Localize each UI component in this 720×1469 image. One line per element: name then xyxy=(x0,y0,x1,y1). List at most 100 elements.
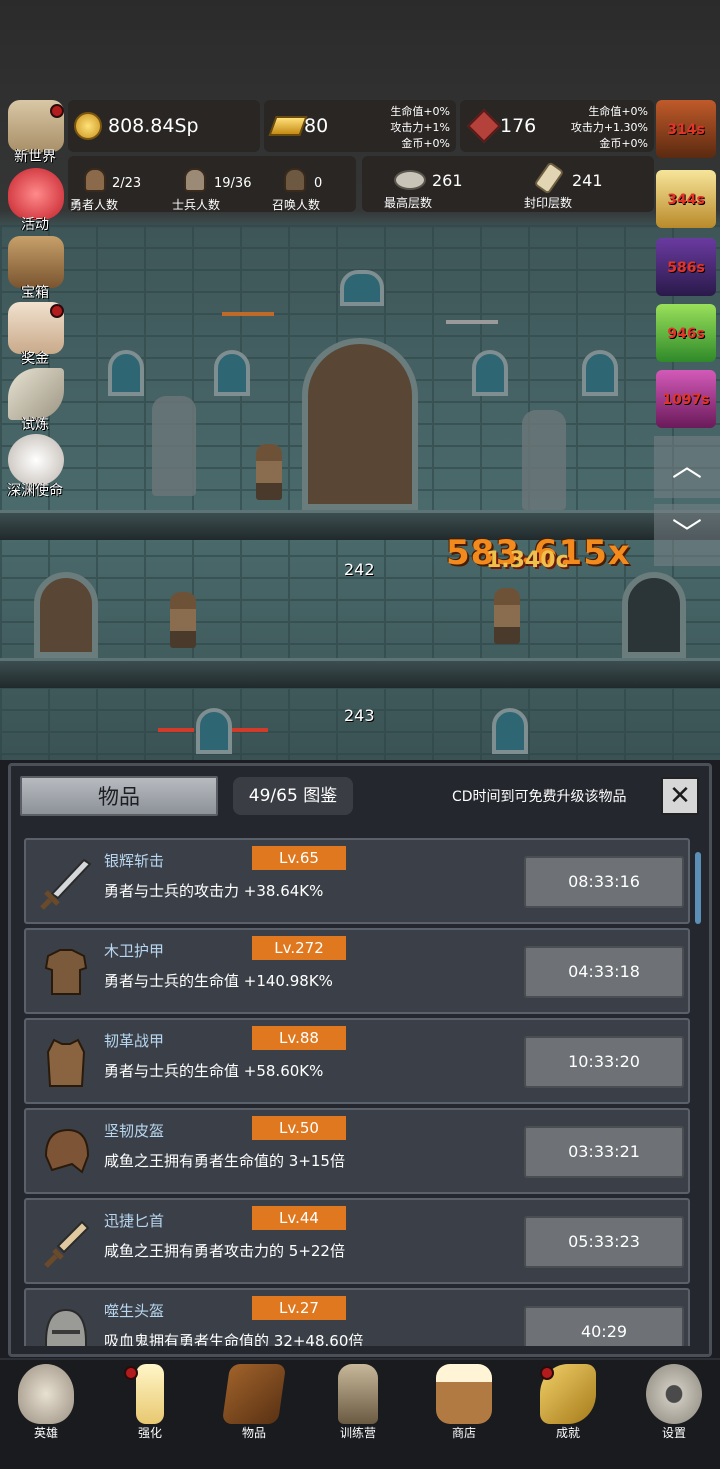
side-trial[interactable]: 试炼 xyxy=(2,368,68,434)
side-chest[interactable]: 宝箱 xyxy=(2,236,68,302)
nav-label: 物品 xyxy=(241,1426,266,1440)
side-new-world[interactable]: 新世界 xyxy=(2,100,68,166)
seal-scroll-icon xyxy=(533,161,565,195)
dagger-icon xyxy=(36,1212,96,1272)
notification-dot xyxy=(50,104,64,118)
leather-helmet-icon xyxy=(36,1122,96,1182)
buff-timer: 314s xyxy=(667,122,705,138)
item-name: 坚韧皮盔 xyxy=(104,1122,165,1140)
upgrade-timer-button[interactable]: 10:33:20 xyxy=(524,1036,684,1088)
soldier-head-icon xyxy=(184,168,206,192)
buff-elixir[interactable]: 1097s xyxy=(656,370,716,428)
item-level-badge: Lv.65 xyxy=(252,846,346,870)
hero-head-icon xyxy=(84,168,106,192)
item-description: 咸鱼之王拥有勇者生命值的 3+15倍 xyxy=(104,1152,345,1170)
list-scrollbar[interactable] xyxy=(695,852,701,924)
buff-candle[interactable]: 344s xyxy=(656,170,716,228)
population-panel: 2/23 勇者人数 19/36 士兵人数 0 召唤人数 xyxy=(68,156,356,212)
sealed-floor-value: 241 xyxy=(572,171,603,190)
side-abyss-mission[interactable]: 深渊使命 xyxy=(2,434,68,500)
damage-sub-number: 1.340c xyxy=(486,548,569,573)
upgrade-timer-button[interactable]: 04:33:18 xyxy=(524,946,684,998)
item-level-badge: Lv.88 xyxy=(252,1026,346,1050)
goldbar-amount: 80 xyxy=(304,115,329,137)
floor-stats-panel: 261 最高层数 241 封印层数 xyxy=(362,156,654,212)
close-button[interactable]: ✕ xyxy=(661,777,699,815)
castle-window xyxy=(196,708,232,754)
treasure-chest-icon xyxy=(8,236,64,288)
heart-icon xyxy=(8,168,64,220)
pearl-icon xyxy=(8,434,64,486)
item-row[interactable]: 迅捷匕首 Lv.44 咸鱼之王拥有勇者攻击力的 5+22倍 05:33:23 xyxy=(24,1198,690,1284)
soldiers-label: 士兵人数 xyxy=(172,198,221,212)
heroes-label: 勇者人数 xyxy=(70,198,119,212)
nav-training[interactable]: 训练营 xyxy=(318,1362,398,1444)
item-description: 吸血鬼拥有勇者生命值的 32+48.60倍 xyxy=(104,1332,364,1346)
buff-timer: 946s xyxy=(667,326,705,342)
floor-number: 243 xyxy=(344,706,375,725)
gem-amount: 176 xyxy=(500,115,537,137)
summons-count: 0 xyxy=(314,176,323,191)
nav-items[interactable]: 物品 xyxy=(214,1362,294,1444)
side-label: 深渊使命 xyxy=(7,483,63,499)
upgrade-timer-button[interactable]: 40:29 xyxy=(524,1306,684,1346)
gold-bar-icon xyxy=(268,116,308,136)
item-description: 勇者与士兵的生命值 +58.60K% xyxy=(104,1062,324,1080)
knight-statue xyxy=(152,396,196,496)
item-row[interactable]: 银辉斩击 Lv.65 勇者与士兵的攻击力 +38.64K% 08:33:16 xyxy=(24,838,690,924)
item-level-badge: Lv.50 xyxy=(252,1116,346,1140)
nav-label: 英雄 xyxy=(33,1426,58,1440)
scroll-down-button[interactable]: ﹀ xyxy=(654,504,720,566)
item-row[interactable]: 木卫护甲 Lv.272 勇者与士兵的生命值 +140.98K% 04:33:18 xyxy=(24,928,690,1014)
lantern-icon xyxy=(338,1364,378,1424)
collection-button[interactable]: 49/65 图鉴 xyxy=(233,777,353,815)
gold-panel: 808.84Sp xyxy=(68,100,260,152)
item-list[interactable]: 银辉斩击 Lv.65 勇者与士兵的攻击力 +38.64K% 08:33:16 木… xyxy=(24,828,690,1346)
buff-timer: 586s xyxy=(667,260,705,276)
wooden-armor-icon xyxy=(36,942,96,1002)
item-row[interactable]: 韧革战甲 Lv.88 勇者与士兵的生命值 +58.60K% 10:33:20 xyxy=(24,1018,690,1104)
max-floor-label: 最高层数 xyxy=(384,196,433,210)
chandelier-unlit xyxy=(446,304,498,324)
castle-window xyxy=(492,708,528,754)
castle-window xyxy=(108,350,144,396)
scroll-up-button[interactable]: ︿ xyxy=(654,436,720,498)
nav-settings[interactable]: 设置 xyxy=(634,1362,714,1444)
beer-mug-icon xyxy=(436,1364,492,1424)
nav-achievement[interactable]: 成就 xyxy=(528,1362,608,1444)
item-level-badge: Lv.27 xyxy=(252,1296,346,1320)
sword-icon xyxy=(36,852,96,912)
item-name: 迅捷匕首 xyxy=(104,1212,165,1230)
buff-potion[interactable]: 586s xyxy=(656,238,716,296)
item-level-badge: Lv.272 xyxy=(252,936,346,960)
nav-shop[interactable]: 商店 xyxy=(424,1362,504,1444)
item-description: 勇者与士兵的攻击力 +38.64K% xyxy=(104,882,324,900)
item-description: 勇者与士兵的生命值 +140.98K% xyxy=(104,972,333,990)
item-row[interactable]: 坚韧皮盔 Lv.50 咸鱼之王拥有勇者生命值的 3+15倍 03:33:21 xyxy=(24,1108,690,1194)
enemy-health-bar xyxy=(232,728,268,732)
floor-number: 242 xyxy=(344,560,375,579)
side-label: 活动 xyxy=(21,217,49,233)
skull-icon xyxy=(18,1364,74,1424)
item-name: 银辉斩击 xyxy=(104,852,165,870)
buff-meat[interactable]: 314s xyxy=(656,100,716,158)
gold-coin-icon xyxy=(74,112,102,140)
nav-label: 强化 xyxy=(137,1426,162,1440)
item-level-badge: Lv.44 xyxy=(252,1206,346,1230)
nav-upgrade[interactable]: 强化 xyxy=(110,1362,190,1444)
notification-dot xyxy=(50,304,64,318)
item-row[interactable]: 噬生头盔 Lv.27 吸血鬼拥有勇者生命值的 32+48.60倍 40:29 xyxy=(24,1288,690,1346)
side-label: 新世界 xyxy=(14,149,56,165)
side-activity[interactable]: 活动 xyxy=(2,168,68,234)
buff-herb[interactable]: 946s xyxy=(656,304,716,362)
side-bonus[interactable]: 奖金 xyxy=(2,302,68,368)
item-name: 木卫护甲 xyxy=(104,942,165,960)
upgrade-timer-button[interactable]: 08:33:16 xyxy=(524,856,684,908)
item-name: 噬生头盔 xyxy=(104,1302,165,1320)
panel-hint: CD时间到可免费升级该物品 xyxy=(452,789,627,805)
nav-hero[interactable]: 英雄 xyxy=(6,1362,86,1444)
feather-icon xyxy=(8,368,64,420)
upgrade-timer-button[interactable]: 03:33:21 xyxy=(524,1126,684,1178)
upgrade-timer-button[interactable]: 05:33:23 xyxy=(524,1216,684,1268)
soldier-character xyxy=(170,592,196,648)
